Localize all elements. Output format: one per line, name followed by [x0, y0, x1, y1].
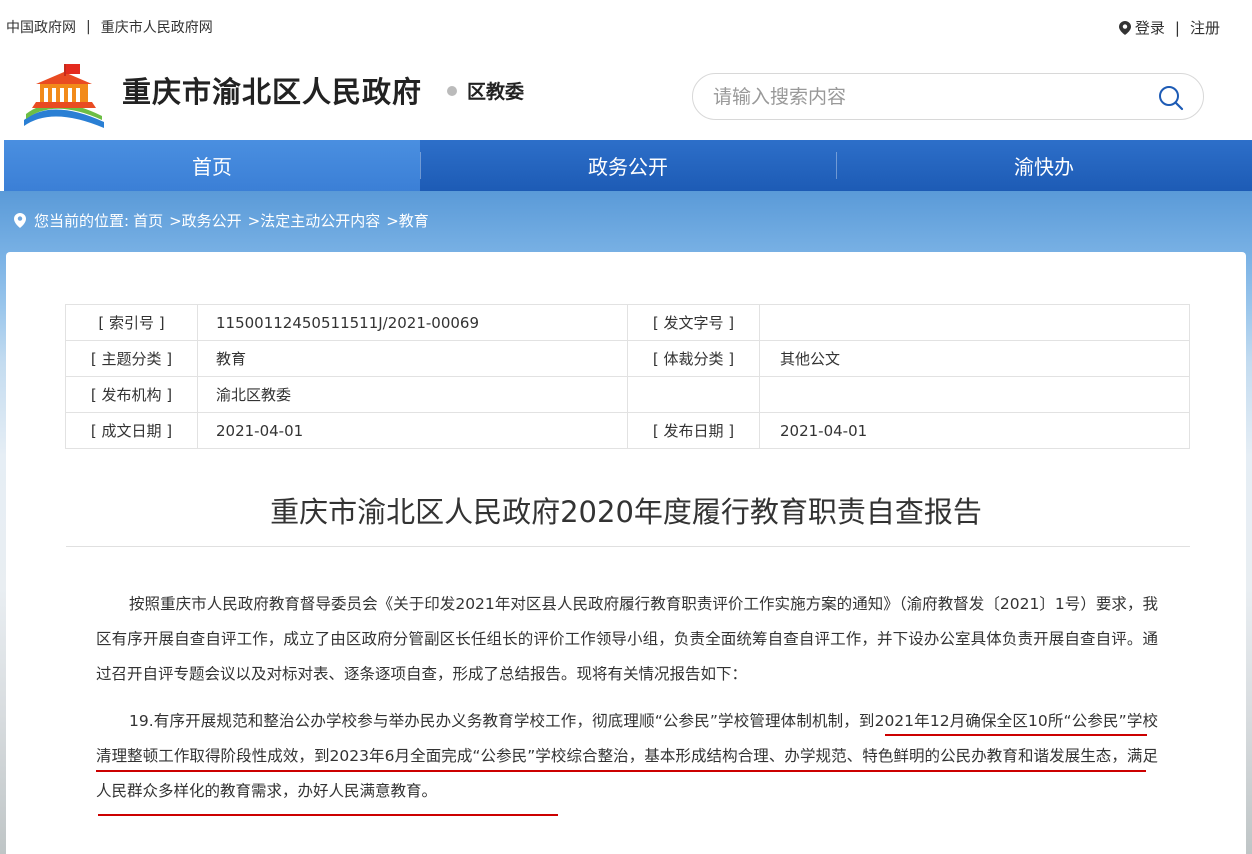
search-icon[interactable]	[1157, 84, 1185, 112]
empty-cell	[759, 376, 1190, 413]
genre-value: 其他公文	[759, 340, 1190, 377]
site-subtitle: 区教委	[467, 81, 525, 103]
docno-value	[759, 304, 1190, 341]
subtitle-dot	[447, 86, 457, 96]
highlight-underline-1	[885, 734, 1147, 736]
link-cq-gov[interactable]: 重庆市人民政府网	[101, 17, 213, 37]
login-link[interactable]: 登录	[1135, 17, 1165, 38]
published-date-value: 2021-04-01	[759, 412, 1190, 449]
search-input[interactable]	[713, 84, 1133, 110]
breadcrumb: 您当前的位置: 首页 >政务公开 >法定主动公开内容 >教育	[14, 210, 435, 231]
empty-cell	[627, 376, 760, 413]
location-pin-icon	[14, 213, 26, 228]
table-row: [ 主题分类 ] 教育 [ 体裁分类 ] 其他公文	[65, 340, 1190, 377]
org-label: [ 发布机构 ]	[65, 376, 198, 413]
nav-gov-affairs[interactable]: 政务公开	[420, 140, 836, 191]
org-value: 渝北区教委	[197, 376, 628, 413]
table-row: [ 成文日期 ] 2021-04-01 [ 发布日期 ] 2021-04-01	[65, 412, 1190, 449]
genre-label: [ 体裁分类 ]	[627, 340, 760, 377]
highlight-underline-2	[96, 770, 1146, 772]
link-gov-cn[interactable]: 中国政府网	[6, 17, 76, 37]
site-title: 重庆市渝北区人民政府	[122, 75, 423, 109]
document-title: 重庆市渝北区人民政府2020年度履行教育职责自查报告	[270, 495, 982, 529]
nav-home[interactable]: 首页	[4, 140, 420, 191]
index-label: [ 索引号 ]	[65, 304, 198, 341]
breadcrumb-label: 您当前的位置:	[34, 212, 130, 230]
topic-value: 教育	[197, 340, 628, 377]
breadcrumb-education[interactable]: >教育	[386, 210, 429, 231]
table-row: [ 发布机构 ] 渝北区教委	[65, 376, 1190, 413]
main-nav: 首页 政务公开 渝快办	[4, 140, 1252, 191]
auth-separator: |	[1174, 18, 1180, 37]
title-divider	[66, 546, 1190, 547]
top-links: 中国政府网 | 重庆市人民政府网	[6, 17, 213, 37]
document-paragraph-1: 按照重庆市人民政府教育督导委员会《关于印发2021年对区县人民政府履行教育职责评…	[96, 595, 1158, 683]
table-row: [ 索引号 ] 11500112450511511J/2021-00069 [ …	[65, 304, 1190, 341]
top-link-separator: |	[86, 19, 91, 35]
highlight-underline-3	[98, 814, 558, 816]
created-date-value: 2021-04-01	[197, 412, 628, 449]
user-location-icon	[1118, 20, 1131, 35]
document-paragraph-2: 19.有序开展规范和整治公办学校参与举办民办义务教育学校工作，彻底理顺“公参民”…	[96, 712, 1158, 800]
register-link[interactable]: 注册	[1190, 17, 1220, 38]
docno-label: [ 发文字号 ]	[627, 304, 760, 341]
document-meta-table: [ 索引号 ] 11500112450511511J/2021-00069 [ …	[65, 304, 1190, 449]
index-value: 11500112450511511J/2021-00069	[197, 304, 628, 341]
breadcrumb-home[interactable]: 首页	[133, 210, 163, 231]
breadcrumb-gov-affairs[interactable]: >政务公开	[169, 210, 242, 231]
published-date-label: [ 发布日期 ]	[627, 412, 760, 449]
topic-label: [ 主题分类 ]	[65, 340, 198, 377]
auth-links: 登录 | 注册	[1118, 17, 1220, 38]
site-header: 重庆市渝北区人民政府 区教委	[0, 52, 1252, 140]
created-date-label: [ 成文日期 ]	[65, 412, 198, 449]
breadcrumb-statutory-content[interactable]: >法定主动公开内容	[248, 210, 381, 231]
content-panel: [ 索引号 ] 11500112450511511J/2021-00069 [ …	[6, 252, 1246, 854]
top-bar: 中国政府网 | 重庆市人民政府网 登录 | 注册	[0, 0, 1252, 52]
nav-yukuaiban[interactable]: 渝快办	[836, 140, 1252, 191]
government-logo-icon[interactable]	[22, 62, 106, 128]
search-box	[692, 73, 1204, 120]
